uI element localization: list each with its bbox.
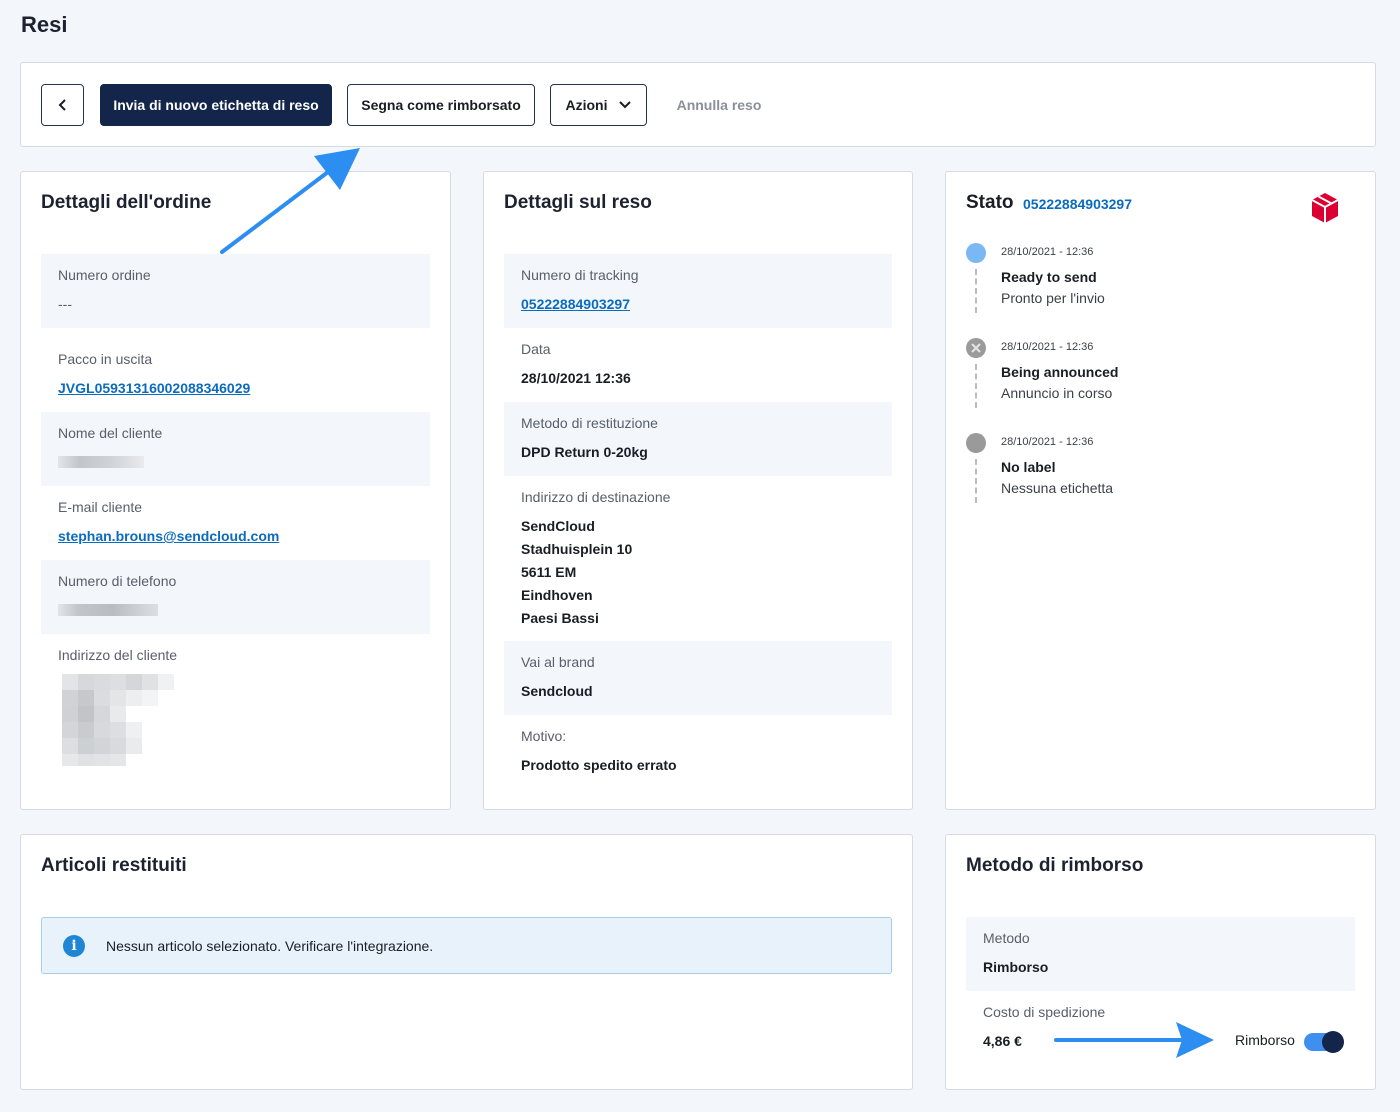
status-event-subtitle: Annuncio in corso (1001, 385, 1113, 401)
reason-value: Prodotto spedito errato (521, 757, 677, 773)
date-value: 28/10/2021 12:36 (521, 370, 631, 386)
brand-field: Vai al brand Sendcloud (504, 641, 892, 715)
toolbar: Invia di nuovo etichetta di reso Segna c… (20, 62, 1376, 147)
return-method-label: Metodo di restituzione (521, 415, 658, 431)
status-event-title: No label (1001, 459, 1056, 475)
status-dot-announced (966, 338, 986, 358)
order-details-title: Dettagli dell'ordine (41, 192, 212, 213)
address-line: Stadhuisplein 10 (521, 541, 633, 557)
info-alert: i Nessun articolo selezionato. Verificar… (41, 917, 892, 974)
cross-icon (971, 343, 981, 353)
actions-label: Azioni (565, 97, 608, 113)
refund-method-card: Metodo di rimborso Metodo Rimborso Costo… (945, 834, 1376, 1090)
order-number-label: Numero ordine (58, 267, 151, 283)
alert-text: Nessun articolo selezionato. Verificare … (106, 937, 434, 954)
status-title: Stato (966, 192, 1014, 213)
status-event-date: 28/10/2021 - 12:36 (1001, 436, 1094, 448)
address-line: Eindhoven (521, 587, 593, 603)
status-card: Stato 05222884903297 28/10/2021 - 12:36 … (945, 171, 1376, 810)
reason-field: Motivo: Prodotto spedito errato (504, 715, 892, 789)
destination-address: SendCloud Stadhuisplein 10 5611 EM Eindh… (521, 515, 875, 630)
status-event-subtitle: Nessuna etichetta (1001, 480, 1114, 496)
customer-name-field: Nome del cliente (41, 412, 430, 486)
chevron-left-icon (58, 99, 66, 111)
refund-method-value: Rimborso (983, 959, 1049, 975)
chevron-down-icon (618, 101, 631, 109)
page-title: Resi (21, 12, 68, 37)
status-event-date: 28/10/2021 - 12:36 (1001, 341, 1094, 353)
info-icon: i (63, 934, 85, 957)
outgoing-parcel-field: Pacco in uscita JVGL05931316002088346029 (41, 338, 430, 412)
status-event-date: 28/10/2021 - 12:36 (1001, 246, 1094, 258)
returned-items-card: Articoli restituiti i Nessun articolo se… (20, 834, 913, 1090)
outgoing-parcel-link[interactable]: JVGL05931316002088346029 (58, 379, 413, 397)
destination-address-field: Indirizzo di destinazione SendCloud Stad… (504, 476, 892, 640)
tracking-number-label: Numero di tracking (521, 267, 639, 283)
order-details-card: Dettagli dell'ordine Numero ordine --- P… (20, 171, 451, 810)
customer-address-redacted (62, 674, 174, 766)
back-button[interactable] (41, 84, 84, 126)
order-number-field: Numero ordine --- (41, 254, 430, 328)
status-event-title: Ready to send (1001, 269, 1097, 285)
brand-label: Vai al brand (521, 654, 595, 670)
dpd-logo-icon (1311, 193, 1339, 223)
toggle-knob (1322, 1031, 1344, 1053)
outgoing-parcel-label: Pacco in uscita (58, 351, 153, 367)
customer-email-field: E-mail cliente stephan.brouns@sendcloud.… (41, 486, 430, 560)
customer-address-label: Indirizzo del cliente (58, 647, 178, 663)
returned-items-title: Articoli restituiti (41, 855, 187, 876)
customer-name-label: Nome del cliente (58, 425, 163, 441)
reason-label: Motivo: (521, 728, 567, 744)
status-dot-active (966, 243, 986, 263)
brand-value: Sendcloud (521, 683, 593, 699)
resend-label-button[interactable]: Invia di nuovo etichetta di reso (100, 84, 332, 126)
status-dot-no-label (966, 433, 986, 453)
date-label: Data (521, 341, 551, 357)
refund-method-label: Metodo (983, 930, 1030, 946)
refund-method-field: Metodo Rimborso (966, 917, 1355, 991)
address-line: 5611 EM (521, 564, 577, 580)
tracking-number-link[interactable]: 05222884903297 (521, 295, 875, 313)
actions-dropdown[interactable]: Azioni (550, 84, 647, 126)
customer-address-field: Indirizzo del cliente (41, 634, 430, 774)
refund-toggle-label: Rimborso (1235, 1032, 1295, 1048)
return-method-field: Metodo di restituzione DPD Return 0-20kg (504, 402, 892, 476)
status-tracking-link[interactable]: 05222884903297 (1023, 196, 1132, 212)
order-number-value: --- (58, 296, 72, 312)
address-line: SendCloud (521, 518, 595, 534)
customer-email-label: E-mail cliente (58, 499, 143, 515)
status-event-subtitle: Pronto per l'invio (1001, 290, 1105, 306)
refund-method-title: Metodo di rimborso (966, 855, 1144, 876)
return-details-card: Dettagli sul reso Numero di tracking 052… (483, 171, 913, 810)
customer-name-redacted (58, 456, 144, 468)
date-field: Data 28/10/2021 12:36 (504, 328, 892, 402)
tracking-number-field: Numero di tracking 05222884903297 (504, 254, 892, 328)
destination-address-label: Indirizzo di destinazione (521, 489, 671, 505)
return-details-title: Dettagli sul reso (504, 192, 652, 213)
status-event-title: Being announced (1001, 364, 1119, 380)
phone-number-field: Numero di telefono (41, 560, 430, 634)
phone-number-label: Numero di telefono (58, 573, 177, 589)
cancel-return-link[interactable]: Annulla reso (661, 84, 777, 126)
phone-number-redacted (58, 604, 158, 616)
shipping-cost-label: Costo di spedizione (983, 1004, 1106, 1020)
shipping-cost-field: Costo di spedizione 4,86 € (966, 991, 1355, 1065)
return-method-value: DPD Return 0-20kg (521, 444, 648, 460)
customer-email-link[interactable]: stephan.brouns@sendcloud.com (58, 527, 413, 545)
mark-refunded-button[interactable]: Segna come rimborsato (347, 84, 535, 126)
address-line: Paesi Bassi (521, 610, 599, 626)
refund-toggle[interactable] (1304, 1031, 1344, 1053)
